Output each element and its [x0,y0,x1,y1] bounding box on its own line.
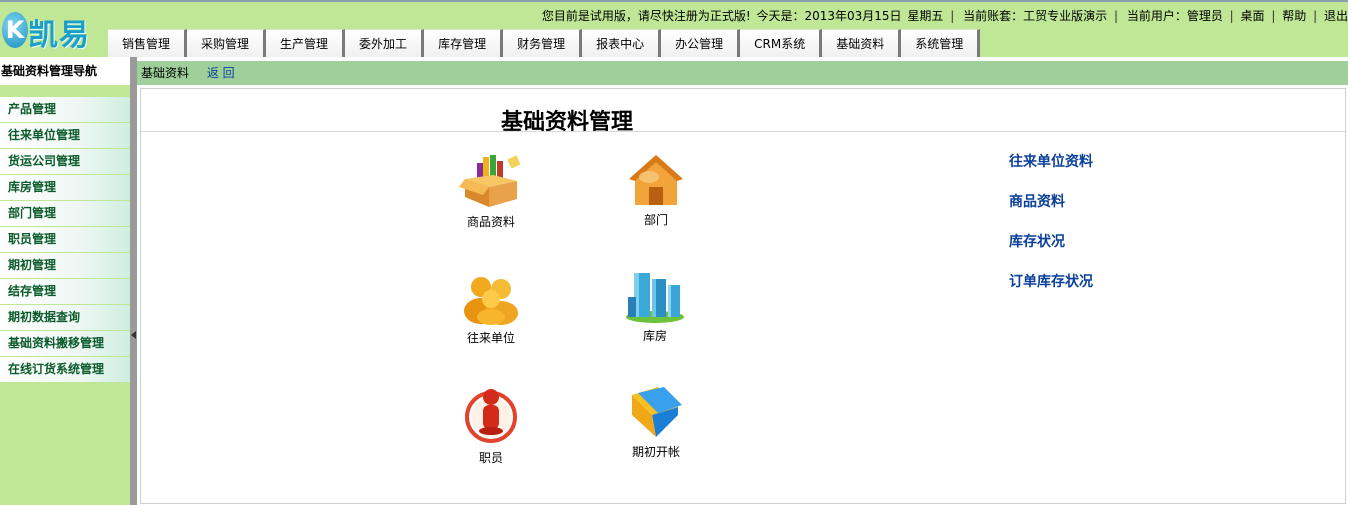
link-order-inventory-status[interactable]: 订单库存状况 [1009,271,1093,311]
menu-purchase[interactable]: 采购管理 [187,29,267,57]
main-menu: 销售管理 采购管理 生产管理 委外加工 库存管理 财务管理 报表中心 办公管理 … [108,29,981,57]
tile-partners-label: 往来单位 [466,331,515,345]
separator: | [1229,9,1234,23]
buildings-icon [626,273,684,323]
sidebar-item-partners[interactable]: 往来单位管理 [0,123,130,149]
desktop-link[interactable]: 桌面 [1241,9,1265,23]
separator: | [1113,9,1118,23]
separator: | [950,9,955,23]
sidebar-item-data-migration[interactable]: 基础资料搬移管理 [0,331,130,357]
tile-department[interactable]: 部门 [596,153,716,228]
sidebar-item-opening[interactable]: 期初管理 [0,253,130,279]
quick-links: 往来单位资料 商品资料 库存状况 订单库存状况 [1009,151,1093,311]
logo: K 凯易通 [2,8,106,97]
menu-office[interactable]: 办公管理 [661,29,741,57]
house-icon [629,155,683,205]
title-divider [141,131,1345,132]
trial-notice: 您目前是试用版，请尽快注册为正式版! [541,9,751,23]
today-date: 今天是：2013年03月15日 [756,9,902,23]
logout-link[interactable]: 退出 [1324,9,1348,23]
header: K 凯易通 您目前是试用版，请尽快注册为正式版! 今天是：2013年03月15日… [0,0,1348,97]
menu-reports[interactable]: 报表中心 [582,29,662,57]
back-link[interactable]: 返 回 [207,66,235,80]
sidebar-splitter[interactable] [130,57,137,505]
separator: | [1313,9,1318,23]
logo-k-icon: K [2,12,28,48]
link-partner-data[interactable]: 往来单位资料 [1009,151,1093,191]
sidebar: 基础资料管理导航 产品管理 往来单位管理 货运公司管理 库房管理 部门管理 职员… [0,57,130,505]
sidebar-item-opening-query[interactable]: 期初数据查询 [0,305,130,331]
content-panel: 基础资料管理 商品资料 部门 往来单位 库房 职员 期初开帐 往来单位资料 商品… [140,88,1346,504]
tile-opening[interactable]: 期初开帐 [596,385,716,460]
sidebar-title: 基础资料管理导航 [0,57,130,86]
menu-outsourcing[interactable]: 委外加工 [345,29,425,57]
collapse-arrow-icon[interactable] [131,331,136,339]
tile-warehouse-label: 库房 [642,329,667,343]
sidebar-item-staff[interactable]: 职员管理 [0,227,130,253]
sidebar-item-products[interactable]: 产品管理 [0,97,130,123]
help-link[interactable]: 帮助 [1282,9,1306,23]
menu-production[interactable]: 生产管理 [266,29,346,57]
menu-basic-data[interactable]: 基础资料 [822,29,902,57]
breadcrumb-current: 基础资料 [141,66,190,80]
folder-icon [632,387,682,437]
current-account: 当前账套：工贸专业版演示 [963,9,1108,23]
sidebar-item-online-order[interactable]: 在线订货系统管理 [0,357,130,383]
sidebar-item-freight[interactable]: 货运公司管理 [0,149,130,175]
people-icon [464,277,518,325]
separator: | [1271,9,1276,23]
link-inventory-status[interactable]: 库存状况 [1009,231,1093,271]
tile-department-label: 部门 [643,213,668,227]
link-goods-data[interactable]: 商品资料 [1009,191,1093,231]
menu-sales[interactable]: 销售管理 [108,29,188,57]
tile-partners[interactable]: 往来单位 [431,273,551,346]
tile-opening-label: 期初开帐 [631,445,680,459]
weekday: 星期五 [907,9,944,23]
tile-warehouse[interactable]: 库房 [595,269,715,344]
box-chart-icon [459,155,521,207]
tile-staff-label: 职员 [478,451,503,465]
sidebar-item-warehouse[interactable]: 库房管理 [0,175,130,201]
tile-goods-label: 商品资料 [466,215,515,229]
info-person-icon [465,389,517,443]
menu-system[interactable]: 系统管理 [901,29,981,57]
sidebar-item-balance[interactable]: 结存管理 [0,279,130,305]
tile-staff[interactable]: 职员 [431,387,551,466]
menu-inventory[interactable]: 库存管理 [424,29,504,57]
top-status-bar: 您目前是试用版，请尽快注册为正式版! 今天是：2013年03月15日 星期五 |… [540,7,1348,25]
menu-finance[interactable]: 财务管理 [503,29,583,57]
breadcrumb: 基础资料 返 回 [137,61,1348,85]
current-user: 当前用户：管理员 [1126,9,1223,23]
menu-crm[interactable]: CRM系统 [740,29,823,57]
sidebar-item-departments[interactable]: 部门管理 [0,201,130,227]
tile-goods[interactable]: 商品资料 [431,153,551,230]
